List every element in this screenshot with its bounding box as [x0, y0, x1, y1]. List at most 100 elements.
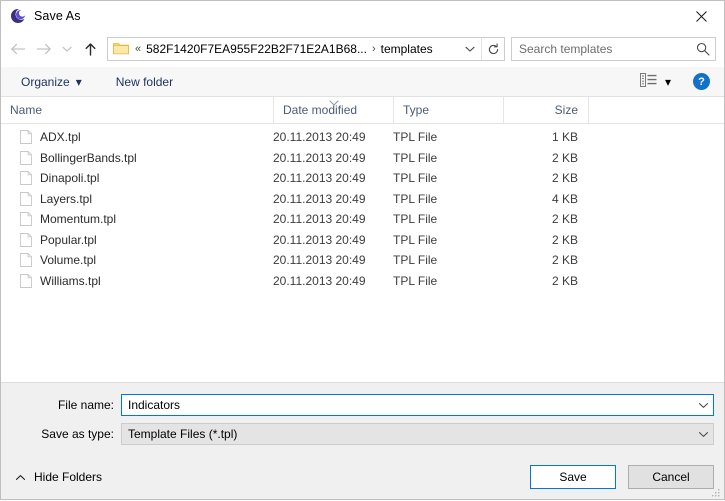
- breadcrumb-item-guid[interactable]: 582F1420F7EA955F22B2F71E2A1B68...: [145, 42, 368, 56]
- file-icon: [20, 273, 32, 288]
- organize-label: Organize: [21, 74, 70, 89]
- back-icon[interactable]: [5, 36, 31, 62]
- file-name-cell[interactable]: Popular.tpl: [1, 233, 273, 247]
- file-icon: [20, 130, 32, 145]
- file-date-cell: 20.11.2013 20:49: [273, 253, 366, 268]
- file-size-cell: 2 KB: [551, 212, 578, 227]
- file-icon: [20, 191, 32, 206]
- file-size-cell: 2 KB: [551, 171, 578, 186]
- table-row[interactable]: BollingerBands.tpl 20.11.2013 20:49 TPL Fi…: [1, 148, 724, 169]
- save-button[interactable]: Save: [530, 465, 616, 489]
- save-form-panel: File name: Indicators Save as type: Temp…: [1, 382, 724, 455]
- column-header-type[interactable]: Type: [393, 97, 503, 123]
- refresh-icon[interactable]: [481, 38, 504, 60]
- table-row[interactable]: ADX.tpl 20.11.2013 20:49 TPL File 1 KB: [1, 127, 724, 148]
- file-size-cell: 1 KB: [551, 130, 578, 145]
- file-icon: [20, 150, 32, 165]
- file-date-cell: 20.11.2013 20:49: [273, 150, 366, 165]
- file-name-text: Dinapoli.tpl: [40, 171, 100, 186]
- column-header-size[interactable]: Size: [503, 97, 588, 123]
- column-header-date-label: Date modified: [283, 103, 358, 117]
- file-size-cell: 4 KB: [551, 191, 578, 206]
- column-header-filler: [588, 97, 724, 123]
- file-type-cell: TPL File: [393, 191, 438, 206]
- table-row[interactable]: Dinapoli.tpl 20.11.2013 20:49 TPL File 2 KB: [1, 168, 724, 189]
- address-bar[interactable]: « 582F1420F7EA955F22B2F71E2A1B68... › te…: [107, 37, 505, 61]
- hide-folders-label: Hide Folders: [34, 470, 103, 484]
- file-name-cell[interactable]: Volume.tpl: [1, 253, 273, 267]
- file-type-cell: TPL File: [393, 212, 438, 227]
- file-name-text: Williams.tpl: [40, 273, 101, 288]
- file-icon: [20, 232, 32, 247]
- close-icon[interactable]: [678, 2, 724, 31]
- organize-button[interactable]: Organize ▾: [15, 71, 88, 93]
- file-type-cell: TPL File: [393, 171, 438, 186]
- file-type-cell: TPL File: [393, 232, 438, 247]
- file-icon: [20, 171, 32, 186]
- navigation-bar: « 582F1420F7EA955F22B2F71E2A1B68... › te…: [1, 31, 724, 67]
- column-header-name[interactable]: Name: [1, 97, 273, 123]
- table-row[interactable]: Volume.tpl 20.11.2013 20:49 TPL File 2 KB: [1, 250, 724, 271]
- save-as-type-row: Save as type: Template Files (*.tpl): [1, 423, 724, 445]
- file-date-cell: 20.11.2013 20:49: [273, 171, 366, 186]
- search-placeholder: Search templates: [519, 42, 613, 56]
- resize-grip-icon[interactable]: [711, 487, 721, 497]
- file-name-text: BollingerBands.tpl: [40, 150, 137, 165]
- file-name-cell[interactable]: BollingerBands.tpl: [1, 151, 273, 165]
- file-name-chevron-down-icon[interactable]: [693, 402, 713, 409]
- forward-icon[interactable]: [31, 36, 57, 62]
- cancel-button[interactable]: Cancel: [628, 465, 714, 489]
- file-name-cell[interactable]: Williams.tpl: [1, 274, 273, 288]
- column-header-date-modified[interactable]: Date modified: [273, 97, 393, 123]
- file-name-cell[interactable]: Layers.tpl: [1, 192, 273, 206]
- save-as-type-label: Save as type:: [41, 427, 114, 441]
- breadcrumb-leading-separator: «: [135, 43, 142, 55]
- file-name-text: Layers.tpl: [40, 191, 93, 206]
- help-button[interactable]: ?: [693, 73, 710, 90]
- file-size-cell: 2 KB: [551, 273, 578, 288]
- table-row[interactable]: Momentum.tpl 20.11.2013 20:49 TPL File 2 KB: [1, 209, 724, 230]
- file-name-cell[interactable]: ADX.tpl: [1, 130, 273, 144]
- title-bar: Save As: [1, 1, 724, 31]
- table-row[interactable]: Layers.tpl 20.11.2013 20:49 TPL File 4 KB: [1, 189, 724, 210]
- table-row[interactable]: Williams.tpl 20.11.2013 20:49 TPL File 2 KB: [1, 271, 724, 292]
- save-as-type-chevron-down-icon[interactable]: [693, 431, 713, 438]
- breadcrumb-separator: ›: [371, 43, 376, 55]
- file-size-cell: 2 KB: [551, 150, 578, 165]
- search-input[interactable]: Search templates: [511, 37, 716, 61]
- recent-locations-chevron-down-icon[interactable]: [57, 36, 77, 62]
- file-name-row: File name: Indicators: [1, 394, 724, 416]
- file-list[interactable]: ADX.tpl 20.11.2013 20:49 TPL File 1 KB Bolli…: [1, 124, 724, 382]
- chevron-up-icon: [15, 474, 26, 481]
- file-name-cell[interactable]: Dinapoli.tpl: [1, 171, 273, 185]
- up-icon[interactable]: [77, 36, 103, 62]
- new-folder-button[interactable]: New folder: [110, 71, 179, 93]
- view-chevron-down-icon: ▾: [664, 74, 671, 89]
- change-view-button[interactable]: ▾: [636, 71, 675, 93]
- window-title: Save As: [34, 9, 81, 23]
- address-chevron-down-icon[interactable]: [459, 45, 481, 53]
- file-date-cell: 20.11.2013 20:49: [273, 212, 366, 227]
- command-toolbar: Organize ▾ New folder ▾ ?: [1, 67, 724, 97]
- search-icon[interactable]: [691, 42, 715, 56]
- metatrader-moon-icon: [10, 8, 27, 24]
- file-name-cell[interactable]: Momentum.tpl: [1, 212, 273, 226]
- file-name-field[interactable]: Indicators: [121, 394, 714, 416]
- file-type-cell: TPL File: [393, 253, 438, 268]
- save-as-type-select[interactable]: Template Files (*.tpl): [121, 423, 714, 445]
- file-type-cell: TPL File: [393, 130, 438, 145]
- file-name-text: Volume.tpl: [40, 253, 97, 268]
- file-icon: [20, 212, 32, 227]
- file-name-text: Popular.tpl: [40, 232, 97, 247]
- sort-ascending-icon: [328, 96, 339, 108]
- file-date-cell: 20.11.2013 20:49: [273, 273, 366, 288]
- dialog-footer: Hide Folders Save Cancel: [1, 455, 724, 499]
- file-name-label: File name:: [57, 398, 114, 412]
- breadcrumb-item-templates[interactable]: templates: [380, 42, 434, 56]
- file-type-cell: TPL File: [393, 273, 438, 288]
- table-row[interactable]: Popular.tpl 20.11.2013 20:49 TPL File 2 KB: [1, 230, 724, 251]
- column-header-row: Name Date modified Type Size: [1, 97, 724, 124]
- hide-folders-button[interactable]: Hide Folders: [15, 470, 102, 484]
- chevron-down-icon: ▾: [75, 74, 82, 89]
- view-list-icon: [640, 73, 657, 90]
